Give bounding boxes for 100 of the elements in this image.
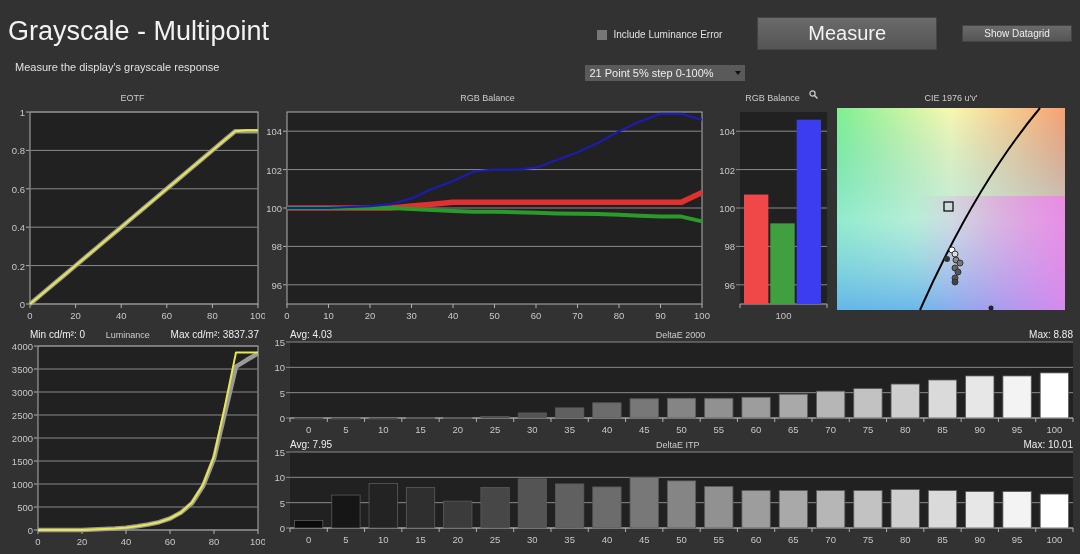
tick-label: 0 — [35, 536, 41, 547]
tick-label: 96 — [724, 279, 735, 291]
tick-label: 65 — [788, 424, 799, 435]
tick-label: 90 — [974, 534, 986, 545]
maximum-label: Max: 8.88 — [1029, 329, 1073, 340]
tick-label: 0 — [27, 310, 33, 321]
tick-label: 0 — [279, 523, 285, 534]
tick-label: 45 — [638, 534, 650, 545]
tick-label: 10 — [274, 362, 285, 374]
tick-label: 0.8 — [11, 145, 25, 157]
tick-label: 3500 — [11, 364, 33, 375]
tick-label: 60 — [164, 536, 176, 547]
tick-label: 20 — [76, 536, 88, 547]
tick-label: 70 — [825, 534, 836, 545]
tick-label: 15 — [415, 424, 426, 435]
tick-label: 60 — [161, 310, 173, 321]
tick-label: 80 — [613, 310, 625, 321]
tick-label: 80 — [899, 424, 911, 435]
tick-label: 20 — [70, 310, 81, 321]
tick-label: 80 — [207, 310, 218, 321]
tick-label: 0.2 — [11, 260, 25, 272]
tick-label: 5 — [279, 387, 285, 399]
tick-label: 0.4 — [11, 222, 25, 234]
tick-label: 0 — [27, 525, 33, 536]
tick-label: 0 — [306, 534, 312, 545]
tick-label: 95 — [1011, 424, 1023, 435]
tick-label: 70 — [572, 310, 583, 321]
chart-title: RGB Balance — [460, 93, 515, 105]
tick-label: 60 — [750, 424, 762, 435]
tick-label: 100 — [1046, 424, 1063, 435]
tick-label: 96 — [271, 279, 282, 291]
tick-label: 65 — [788, 534, 799, 545]
tick-label: 4000 — [11, 341, 33, 352]
tick-label: 10 — [377, 424, 389, 435]
tick-label: 98 — [724, 241, 735, 253]
tick-label: 0 — [279, 413, 285, 424]
tick-label: 40 — [447, 310, 459, 321]
tick-label: 0 — [306, 424, 312, 435]
tick-label: 25 — [489, 424, 501, 435]
tick-label: 0 — [19, 299, 25, 310]
tick-label: 20 — [452, 534, 464, 545]
checkbox-label: Include Luminance Error — [613, 29, 723, 40]
tick-label: 95 — [1011, 534, 1023, 545]
tick-label: 50 — [676, 424, 687, 435]
tick-label: 55 — [713, 424, 725, 435]
page-subtitle: Measure the display's grayscale response — [15, 61, 221, 73]
tick-label: 2500 — [11, 410, 33, 421]
tick-label: 40 — [120, 536, 132, 547]
tick-label: 100 — [775, 310, 792, 321]
tick-label: 3000 — [11, 387, 33, 398]
tick-label: 10 — [377, 534, 389, 545]
tick-label: 102 — [266, 164, 282, 176]
tick-label: 40 — [601, 534, 613, 545]
tick-label: 30 — [406, 310, 417, 321]
tick-label: 100 — [250, 310, 265, 321]
tick-label: 15 — [274, 450, 285, 458]
tick-label: 104 — [719, 126, 735, 138]
page-title: Grayscale - Multipoint — [8, 16, 271, 47]
chart-title: DeltaE 2000 — [655, 330, 706, 340]
tick-label: 1500 — [11, 456, 33, 467]
tick-label: 90 — [655, 310, 666, 321]
chart-title: DeltaE ITP — [656, 440, 700, 450]
chart-title: RGB Balance — [745, 93, 800, 103]
tick-label: 55 — [713, 534, 725, 545]
tick-label: 60 — [530, 310, 542, 321]
tick-label: 30 — [527, 424, 538, 435]
tick-label: 40 — [115, 310, 127, 321]
chart-title: EOTF — [120, 93, 145, 105]
tick-label: 20 — [452, 424, 464, 435]
tick-label: 5 — [343, 424, 349, 435]
tick-label: 10 — [323, 310, 334, 321]
tick-label: 100 — [266, 203, 282, 214]
tick-label: 100 — [250, 536, 265, 547]
tick-label: 45 — [638, 424, 650, 435]
tick-label: 100 — [719, 203, 735, 214]
tick-label: 30 — [527, 534, 538, 545]
min-luminance-label: Min cd/m²: 0 — [30, 329, 85, 340]
tick-label: 1000 — [11, 479, 33, 490]
tick-label: 90 — [974, 424, 986, 435]
tick-label: 1 — [19, 107, 25, 118]
tick-label: 500 — [17, 502, 33, 513]
tick-label: 0.6 — [11, 183, 25, 195]
max-luminance-label: Max cd/m²: 3837.37 — [170, 329, 259, 340]
tick-label: 98 — [271, 241, 282, 253]
tick-label: 5 — [279, 497, 285, 509]
average-label: Avg: 7.95 — [290, 439, 333, 450]
chart-title: Luminance — [105, 330, 150, 340]
tick-label: 100 — [1046, 534, 1063, 545]
tick-label: 85 — [937, 534, 948, 545]
tick-label: 50 — [676, 534, 687, 545]
tick-label: 75 — [862, 424, 874, 435]
tick-label: 80 — [899, 534, 911, 545]
tick-label: 15 — [415, 534, 426, 545]
tick-label: 5 — [343, 534, 349, 545]
tick-label: 35 — [564, 534, 575, 545]
tick-label: 0 — [284, 310, 290, 321]
tick-label: 10 — [274, 472, 285, 484]
tick-label: 15 — [274, 340, 285, 348]
tick-label: 100 — [694, 310, 710, 321]
average-label: Avg: 4.03 — [290, 329, 333, 340]
